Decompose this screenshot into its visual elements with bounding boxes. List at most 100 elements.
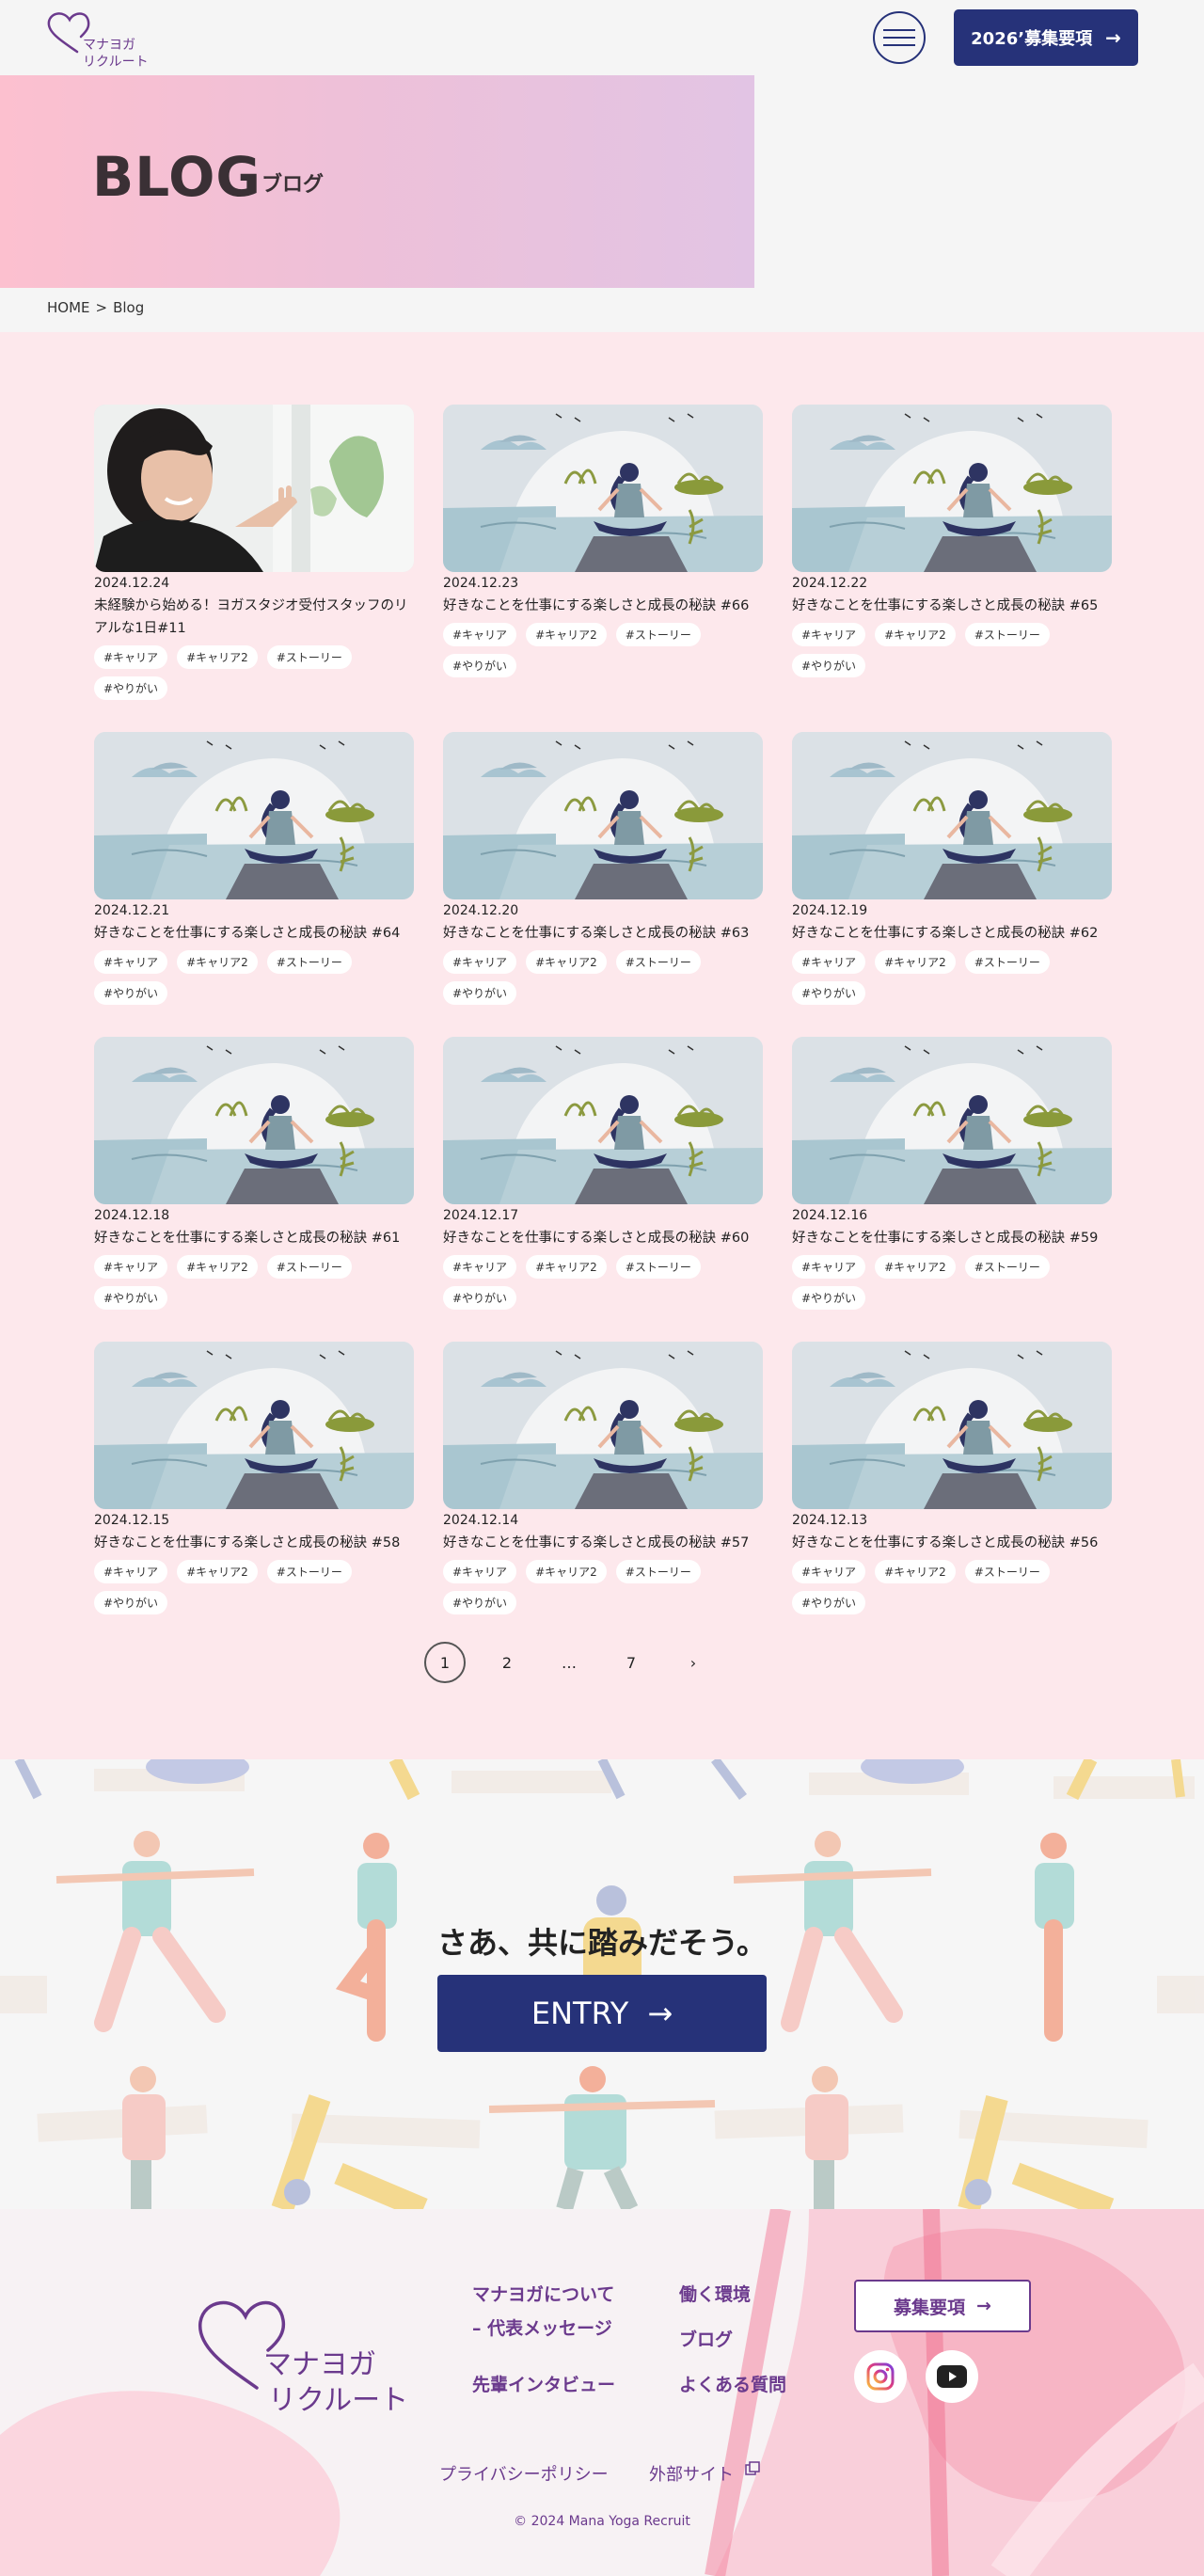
footer-link-blog[interactable]: ブログ [679, 2326, 733, 2351]
tag-chip[interactable]: #キャリア [94, 950, 168, 974]
tag-chip[interactable]: #ストーリー [266, 1560, 352, 1583]
blog-card[interactable]: 2024.12.24 未経験から始める！ヨガスタジオ受付スタッフのリアルな1日#1… [94, 405, 414, 700]
blog-card[interactable]: 2024.12.17 好きなことを仕事にする楽しさと成長の秘訣 #60 #キャリア #… [443, 1037, 763, 1310]
tag-chip[interactable]: #キャリア [792, 623, 866, 646]
tag-chip[interactable]: #やりがい [443, 654, 517, 677]
tag-chip[interactable]: #やりがい [94, 676, 168, 700]
blog-card[interactable]: 2024.12.18 好きなことを仕事にする楽しさと成長の秘訣 #61 #キャリア #… [94, 1037, 414, 1310]
tag-chip[interactable]: #ストーリー [615, 1560, 701, 1583]
external-site-link[interactable]: 外部サイト [649, 2461, 760, 2486]
blog-card-thumbnail[interactable] [792, 1037, 1112, 1204]
tag-chip[interactable]: #ストーリー [615, 623, 701, 646]
footer-logo[interactable]: マナヨガ リクルート [193, 2294, 408, 2425]
footer-link-interview[interactable]: 先輩インタビュー [472, 2371, 615, 2396]
tag-chip[interactable]: #キャリア2 [177, 645, 258, 669]
blog-card-thumbnail[interactable] [443, 1037, 763, 1204]
tag-chip[interactable]: #キャリア2 [177, 1255, 258, 1279]
tag-chip[interactable]: #キャリア [443, 950, 517, 974]
blog-card-thumbnail[interactable] [443, 732, 763, 899]
tag-chip[interactable]: #ストーリー [615, 950, 701, 974]
youtube-icon[interactable] [926, 2350, 978, 2403]
tag-chip[interactable]: #キャリア2 [526, 623, 607, 646]
tag-chip[interactable]: #キャリア2 [875, 1255, 956, 1279]
blog-card[interactable]: 2024.12.15 好きなことを仕事にする楽しさと成長の秘訣 #58 #キャリア #… [94, 1342, 414, 1614]
tag-chip[interactable]: #キャリア2 [177, 950, 258, 974]
blog-card-thumbnail[interactable] [792, 405, 1112, 572]
tag-chip[interactable]: #キャリア [443, 1560, 517, 1583]
tag-chip[interactable]: #キャリア [94, 1560, 168, 1583]
blog-card-title[interactable]: 好きなことを仕事にする楽しさと成長の秘訣 #57 [443, 1532, 763, 1554]
blog-card-thumbnail[interactable] [443, 1342, 763, 1509]
tag-chip[interactable]: #ストーリー [964, 1255, 1050, 1279]
blog-card[interactable]: 2024.12.16 好きなことを仕事にする楽しさと成長の秘訣 #59 #キャリア #… [792, 1037, 1112, 1310]
blog-card-thumbnail[interactable] [94, 405, 414, 572]
blog-card[interactable]: 2024.12.19 好きなことを仕事にする楽しさと成長の秘訣 #62 #キャリア #… [792, 732, 1112, 1005]
tag-chip[interactable]: #キャリア2 [875, 623, 956, 646]
tag-chip[interactable]: #やりがい [792, 654, 866, 677]
chevron-right-icon[interactable]: › [673, 1642, 714, 1683]
breadcrumb-home-link[interactable]: HOME [47, 299, 90, 316]
blog-card-title[interactable]: 好きなことを仕事にする楽しさと成長の秘訣 #61 [94, 1227, 414, 1249]
tag-chip[interactable]: #やりがい [443, 981, 517, 1005]
blog-card-title[interactable]: 好きなことを仕事にする楽しさと成長の秘訣 #62 [792, 922, 1112, 945]
blog-card-thumbnail[interactable] [443, 405, 763, 572]
tag-chip[interactable]: #ストーリー [266, 645, 352, 669]
tag-chip[interactable]: #キャリア [792, 1255, 866, 1279]
footer-link-about[interactable]: マナヨガについて [472, 2281, 614, 2306]
blog-card-title[interactable]: 好きなことを仕事にする楽しさと成長の秘訣 #63 [443, 922, 763, 945]
tag-chip[interactable]: #キャリア2 [526, 1255, 607, 1279]
instagram-icon[interactable] [854, 2350, 907, 2403]
blog-card-title[interactable]: 好きなことを仕事にする楽しさと成長の秘訣 #59 [792, 1227, 1112, 1249]
blog-card-thumbnail[interactable] [792, 1342, 1112, 1509]
blog-card[interactable]: 2024.12.13 好きなことを仕事にする楽しさと成長の秘訣 #56 #キャリア #… [792, 1342, 1112, 1614]
tag-chip[interactable]: #キャリア [443, 1255, 517, 1279]
tag-chip[interactable]: #ストーリー [964, 950, 1050, 974]
page-1-link[interactable]: 1 [424, 1642, 466, 1683]
blog-card-thumbnail[interactable] [94, 1342, 414, 1509]
tag-chip[interactable]: #ストーリー [964, 1560, 1050, 1583]
blog-card-title[interactable]: 好きなことを仕事にする楽しさと成長の秘訣 #64 [94, 922, 414, 945]
tag-chip[interactable]: #やりがい [443, 1591, 517, 1614]
tag-chip[interactable]: #キャリア2 [875, 950, 956, 974]
blog-card-title[interactable]: 好きなことを仕事にする楽しさと成長の秘訣 #58 [94, 1532, 414, 1554]
site-logo[interactable]: マナヨガ リクルート [45, 5, 158, 71]
blog-card-thumbnail[interactable] [792, 732, 1112, 899]
tag-chip[interactable]: #キャリア [792, 950, 866, 974]
tag-chip[interactable]: #やりがい [94, 1591, 168, 1614]
tag-chip[interactable]: #ストーリー [266, 950, 352, 974]
blog-card[interactable]: 2024.12.21 好きなことを仕事にする楽しさと成長の秘訣 #64 #キャリア #… [94, 732, 414, 1005]
page-7-link[interactable]: 7 [610, 1642, 652, 1683]
blog-card-title[interactable]: 好きなことを仕事にする楽しさと成長の秘訣 #66 [443, 595, 763, 617]
tag-chip[interactable]: #やりがい [94, 1286, 168, 1310]
blog-card[interactable]: 2024.12.23 好きなことを仕事にする楽しさと成長の秘訣 #66 #キャリア #… [443, 405, 763, 677]
tag-chip[interactable]: #キャリア2 [875, 1560, 956, 1583]
recruit-info-button[interactable]: 2026ʼ募集要項 → [954, 9, 1138, 66]
blog-card-title[interactable]: 未経験から始める！ヨガスタジオ受付スタッフのリアルな1日#11 [94, 595, 414, 640]
blog-card-title[interactable]: 好きなことを仕事にする楽しさと成長の秘訣 #60 [443, 1227, 763, 1249]
footer-link-faq[interactable]: よくある質問 [679, 2371, 786, 2396]
page-2-link[interactable]: 2 [486, 1642, 528, 1683]
blog-card-title[interactable]: 好きなことを仕事にする楽しさと成長の秘訣 #56 [792, 1532, 1112, 1554]
tag-chip[interactable]: #キャリア [94, 1255, 168, 1279]
footer-link-message[interactable]: – 代表メッセージ [472, 2314, 612, 2340]
blog-card[interactable]: 2024.12.22 好きなことを仕事にする楽しさと成長の秘訣 #65 #キャリア #… [792, 405, 1112, 677]
blog-card[interactable]: 2024.12.20 好きなことを仕事にする楽しさと成長の秘訣 #63 #キャリア #… [443, 732, 763, 1005]
tag-chip[interactable]: #やりがい [443, 1286, 517, 1310]
tag-chip[interactable]: #ストーリー [615, 1255, 701, 1279]
tag-chip[interactable]: #やりがい [94, 981, 168, 1005]
blog-card-thumbnail[interactable] [94, 732, 414, 899]
footer-link-environment[interactable]: 働く環境 [679, 2281, 751, 2306]
tag-chip[interactable]: #キャリア2 [526, 1560, 607, 1583]
tag-chip[interactable]: #キャリア2 [177, 1560, 258, 1583]
tag-chip[interactable]: #ストーリー [266, 1255, 352, 1279]
entry-button[interactable]: ENTRY → [437, 1975, 767, 2052]
privacy-policy-link[interactable]: プライバシーポリシー [439, 2461, 609, 2486]
tag-chip[interactable]: #キャリア [443, 623, 517, 646]
tag-chip[interactable]: #やりがい [792, 1591, 866, 1614]
tag-chip[interactable]: #キャリア [792, 1560, 866, 1583]
footer-recruit-button[interactable]: 募集要項 → [854, 2280, 1031, 2332]
hamburger-menu-button[interactable] [873, 11, 926, 64]
tag-chip[interactable]: #やりがい [792, 1286, 866, 1310]
blog-card-title[interactable]: 好きなことを仕事にする楽しさと成長の秘訣 #65 [792, 595, 1112, 617]
tag-chip[interactable]: #ストーリー [964, 623, 1050, 646]
